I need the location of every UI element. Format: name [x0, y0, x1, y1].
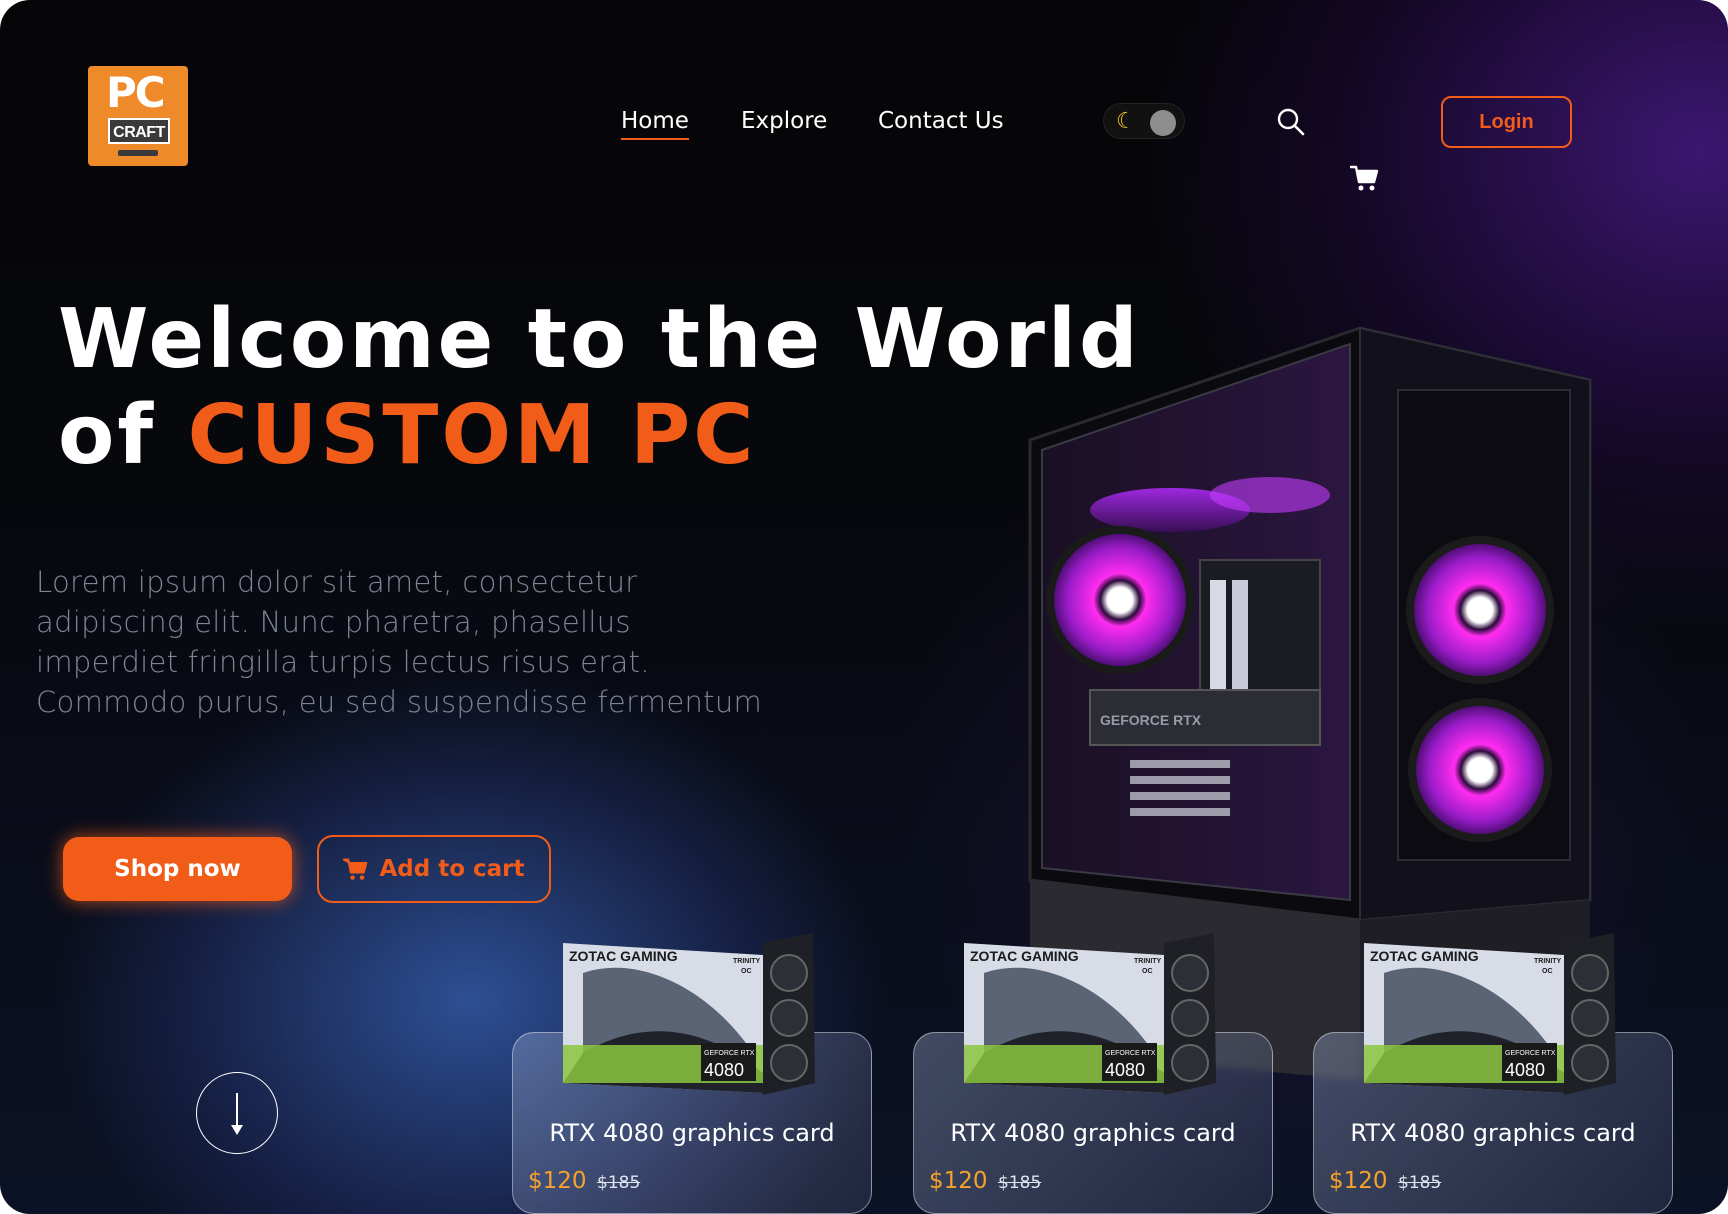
gpu-box-model: 4080: [1505, 1060, 1545, 1080]
gpu-box-badge: TRINITY: [1134, 958, 1162, 965]
nav-home-link[interactable]: Home: [621, 108, 689, 140]
toggle-knob: [1150, 110, 1176, 136]
gpu-box-badge2: OC: [741, 968, 752, 975]
add-to-cart-button[interactable]: Add to cart: [317, 835, 551, 903]
cart-icon[interactable]: [1350, 164, 1380, 192]
pc-craft-logo[interactable]: PC CRAFT: [88, 66, 188, 166]
page-frame: PC CRAFT Home Explore Contact Us ☾ Login…: [0, 0, 1728, 1214]
gpu-box-brand: ZOTAC GAMING: [970, 948, 1079, 964]
scroll-down-button[interactable]: [196, 1072, 278, 1154]
hero-title-line1: Welcome to the World: [58, 292, 1141, 387]
logo-monitor-base: [118, 150, 158, 156]
gpu-box-image: ZOTAC GAMING TRINITY OC GEFORCE RTX 4080: [1364, 933, 1616, 1095]
gpu-box-series: GEFORCE RTX: [1105, 1050, 1156, 1057]
hero-title: Welcome to the World of CUSTOM PC: [58, 292, 1141, 484]
product-old-price: $185: [998, 1173, 1042, 1193]
login-button[interactable]: Login: [1441, 96, 1572, 148]
hero-title-of: of: [58, 388, 188, 483]
gpu-box-brand: ZOTAC GAMING: [569, 948, 678, 964]
product-old-price: $185: [597, 1173, 641, 1193]
gpu-box-series: GEFORCE RTX: [1505, 1050, 1556, 1057]
gpu-box-brand: ZOTAC GAMING: [1370, 948, 1479, 964]
hero-description: Lorem ipsum dolor sit amet, consectetur …: [36, 565, 763, 719]
product-name: RTX 4080 graphics card: [549, 1119, 835, 1147]
product-price: $120: [528, 1168, 587, 1194]
case-gpu-label: GEFORCE RTX: [1100, 712, 1202, 728]
product-card[interactable]: ZOTAC GAMING TRINITY OC GEFORCE RTX 4080…: [1313, 933, 1673, 1214]
logo-craft-text: CRAFT: [108, 118, 170, 144]
gpu-box-model: 4080: [704, 1060, 744, 1080]
gpu-box-series: GEFORCE RTX: [704, 1050, 755, 1057]
product-card[interactable]: ZOTAC GAMING TRINITY OC GEFORCE RTX 4080…: [512, 933, 872, 1214]
product-price: $120: [1329, 1168, 1388, 1194]
shop-now-button[interactable]: Shop now: [63, 837, 292, 901]
nav-contact-link[interactable]: Contact Us: [878, 108, 1004, 134]
product-price: $120: [929, 1168, 988, 1194]
product-name: RTX 4080 graphics card: [1350, 1119, 1636, 1147]
gpu-box-badge2: OC: [1142, 968, 1153, 975]
logo-pc-text: PC: [106, 68, 166, 117]
search-icon[interactable]: [1276, 107, 1306, 137]
hero-title-accent: CUSTOM PC: [187, 388, 757, 483]
product-old-price: $185: [1398, 1173, 1442, 1193]
product-name: RTX 4080 graphics card: [950, 1119, 1236, 1147]
arrow-down-icon: [231, 1093, 243, 1135]
theme-toggle[interactable]: ☾: [1103, 103, 1185, 139]
add-to-cart-label: Add to cart: [379, 856, 525, 882]
gpu-box-badge2: OC: [1542, 968, 1553, 975]
moon-icon: ☾: [1116, 108, 1136, 133]
gpu-box-badge: TRINITY: [1534, 958, 1562, 965]
cart-icon: [343, 858, 368, 880]
gpu-box-image: ZOTAC GAMING TRINITY OC GEFORCE RTX 4080: [563, 933, 815, 1095]
gpu-box-image: ZOTAC GAMING TRINITY OC GEFORCE RTX 4080: [964, 933, 1216, 1095]
gpu-box-badge: TRINITY: [733, 958, 761, 965]
gpu-box-model: 4080: [1105, 1060, 1145, 1080]
nav-explore-link[interactable]: Explore: [741, 108, 827, 134]
product-card[interactable]: ZOTAC GAMING TRINITY OC GEFORCE RTX 4080…: [913, 933, 1273, 1214]
